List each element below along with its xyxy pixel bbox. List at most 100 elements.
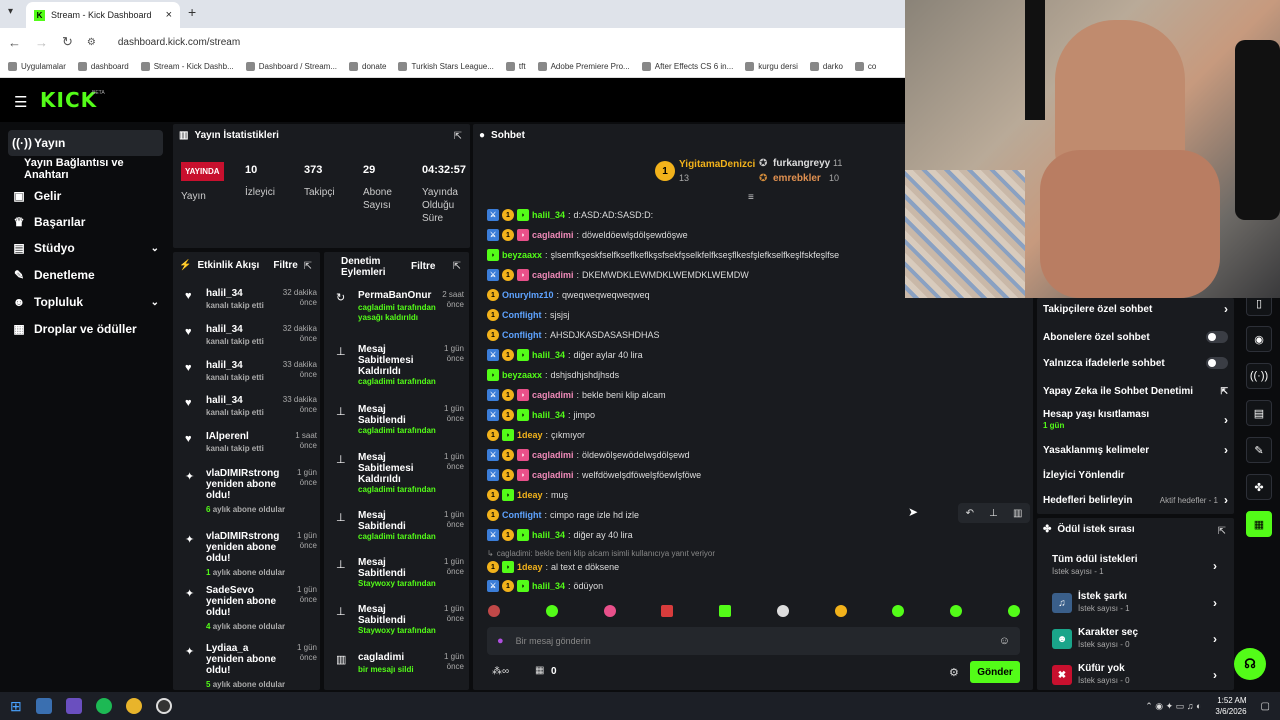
chat-setting-item[interactable]: Hesap yaşı kısıtlaması 1 gün ›: [1043, 408, 1228, 432]
rail-puzzle-icon[interactable]: ✤: [1246, 474, 1272, 500]
activity-name[interactable]: SadeSevo yeniden abone oldu!: [206, 585, 276, 618]
address-bar[interactable]: dashboard.kick.com/stream: [118, 37, 240, 48]
emote-icon[interactable]: [1007, 605, 1020, 617]
activity-name[interactable]: halil_34: [206, 288, 276, 299]
sidebar-item-stream-key[interactable]: Yayın Bağlantısı ve Anahtarı: [20, 156, 170, 182]
chat-username[interactable]: cagladimi: [532, 470, 574, 480]
chat-setting-item[interactable]: Takipçilere özel sohbet ›: [1043, 302, 1228, 316]
clock[interactable]: 1:52 AM 3/6/2026: [1215, 695, 1246, 717]
moderation-action[interactable]: PermaBanOnur: [358, 290, 432, 301]
tab-search-icon[interactable]: ▾: [8, 6, 13, 17]
chat-username[interactable]: Conflight: [502, 330, 542, 340]
moderation-filter-button[interactable]: Filtre: [411, 261, 435, 272]
chat-username[interactable]: cagladimi: [532, 230, 574, 240]
rail-printer-icon[interactable]: ▤: [1246, 400, 1272, 426]
activity-name[interactable]: IAlperenl: [206, 431, 276, 442]
reply-icon[interactable]: ↶: [966, 508, 974, 519]
emote-icon[interactable]: [488, 605, 500, 617]
activity-name[interactable]: vlaDIMIRstrong yeniden abone oldu!: [206, 531, 279, 564]
activity-name[interactable]: Lydiaa_a yeniden abone oldu!: [206, 643, 276, 676]
reward-item[interactable]: Tüm ödül istekleri İstek sayısı - 1 ›: [1052, 553, 1217, 579]
kick-logo[interactable]: KICK: [40, 88, 97, 112]
moderation-by[interactable]: cagladimi: [358, 303, 395, 312]
chat-username[interactable]: halil_34: [532, 530, 565, 540]
taskbar-app-icon[interactable]: [35, 698, 52, 714]
spotify-icon[interactable]: [95, 698, 112, 714]
chat-username[interactable]: 1deay: [517, 490, 543, 500]
chat-username[interactable]: halil_34: [532, 410, 565, 420]
obs-icon[interactable]: [155, 698, 172, 714]
bookmark-item[interactable]: Uygulamalar: [8, 62, 66, 71]
bookmark-item[interactable]: Turkish Stars League...: [398, 62, 494, 71]
reward-item[interactable]: ♫ İstek şarkı İstek sayısı - 1 ›: [1052, 590, 1217, 616]
activity-name[interactable]: vlaDIMIRstrong yeniden abone oldu!: [206, 468, 279, 501]
system-tray-icons[interactable]: ⌃ ◉ ✦ ▭ ♫ ◐: [1145, 701, 1201, 712]
emote-icon[interactable]: [603, 605, 616, 617]
emote-icon[interactable]: [545, 605, 558, 617]
chrome-icon[interactable]: [125, 698, 142, 714]
delete-icon[interactable]: ▥: [1013, 508, 1022, 519]
chat-username[interactable]: halil_34: [532, 210, 565, 220]
chat-input[interactable]: ● Bir mesaj gönderin ☺: [487, 627, 1020, 655]
rail-clapper-icon[interactable]: ▦: [1246, 511, 1272, 537]
bookmark-item[interactable]: darko: [809, 62, 843, 71]
top-gifter-3-name[interactable]: emrebkler: [773, 173, 821, 184]
activity-name[interactable]: halil_34: [206, 360, 276, 371]
bookmark-item[interactable]: Adobe Premiere Pro...: [537, 62, 630, 71]
toggle-switch[interactable]: [1206, 357, 1228, 369]
sidebar-item-gelir[interactable]: ▣ Gelir: [8, 183, 163, 209]
top-gifter-1-name[interactable]: YigitamaDenizci: [679, 159, 755, 170]
activity-name[interactable]: halil_34: [206, 324, 276, 335]
moderation-action[interactable]: cagladimi: [358, 652, 432, 663]
bookmark-item[interactable]: tft: [505, 62, 526, 71]
rail-broadcast-icon[interactable]: ((·)): [1246, 363, 1272, 389]
sidebar-item-topluluk[interactable]: ☻ Topluluk ⌄: [8, 289, 163, 315]
reload-icon[interactable]: ↻: [62, 34, 73, 50]
bookmark-item[interactable]: After Effects CS 6 in...: [641, 62, 733, 71]
moderation-action[interactable]: Mesaj Sabitlendi: [358, 557, 432, 579]
popout-icon[interactable]: ⇱: [453, 261, 461, 272]
top-gifter-2-name[interactable]: furkangreyy: [773, 158, 830, 169]
sidebar-item-droplar[interactable]: ▦ Droplar ve ödüller: [8, 316, 163, 342]
activity-filter-button[interactable]: Filtre: [273, 260, 297, 271]
browser-tab[interactable]: K Stream - Kick Dashboard ×: [26, 2, 180, 28]
moderation-action[interactable]: Mesaj Sabitlendi: [358, 604, 432, 626]
popout-icon[interactable]: ⇱: [304, 261, 312, 272]
activity-name[interactable]: halil_34: [206, 395, 276, 406]
moderation-by[interactable]: Staywoxy: [358, 626, 395, 635]
moderation-by[interactable]: cagladimi: [358, 426, 395, 435]
reward-item[interactable]: ✖ Küfür yok İstek sayısı - 0 ›: [1052, 662, 1217, 688]
moderation-by[interactable]: cagladimi: [358, 377, 395, 386]
chat-username[interactable]: Conflight: [502, 510, 542, 520]
chat-username[interactable]: Onurylmz10: [502, 290, 554, 300]
moderation-action[interactable]: Mesaj Sabitlemesi Kaldırıldı: [358, 452, 432, 485]
collapse-pinned-icon[interactable]: ≡: [748, 192, 754, 203]
chat-username[interactable]: cagladimi: [532, 390, 574, 400]
bookmark-item[interactable]: Stream - Kick Dashb...: [140, 62, 234, 71]
community-points-icon[interactable]: ⁂∞: [492, 666, 509, 677]
taskbar-app-icon[interactable]: [65, 698, 82, 714]
chat-setting-item[interactable]: Yapay Zeka ile Sohbet Denetimi ⇱: [1043, 384, 1228, 398]
popout-icon[interactable]: ⇱: [454, 131, 462, 142]
moderation-by[interactable]: cagladimi: [358, 485, 395, 494]
bookmark-item[interactable]: dashboard: [77, 62, 129, 71]
store-icon[interactable]: ▦: [535, 665, 544, 676]
chat-setting-item[interactable]: Hedefleri belirleyin Aktif hedefler - 1 ›: [1043, 493, 1228, 507]
forward-icon[interactable]: →: [35, 35, 48, 50]
microphone-icon[interactable]: ●: [497, 635, 504, 647]
chat-settings-gear-icon[interactable]: ⚙: [949, 666, 959, 679]
sidebar-item-yayin[interactable]: ((·)) Yayın: [8, 130, 163, 156]
sidebar-item-denetleme[interactable]: ✎ Denetleme: [8, 262, 163, 288]
emote-icon[interactable]: [719, 605, 732, 617]
moderation-action[interactable]: Mesaj Sabitlemesi Kaldırıldı: [358, 344, 432, 377]
chat-setting-item[interactable]: Yasaklanmış kelimeler ›: [1043, 443, 1228, 457]
external-link-icon[interactable]: ⇱: [1220, 386, 1228, 397]
emote-icon[interactable]: [834, 605, 847, 617]
menu-icon[interactable]: ☰: [14, 93, 27, 111]
moderation-action[interactable]: Mesaj Sabitlendi: [358, 404, 432, 426]
toggle-switch[interactable]: [1206, 331, 1228, 343]
rail-wrench-icon[interactable]: ✎: [1246, 437, 1272, 463]
close-tab-icon[interactable]: ×: [166, 9, 172, 21]
moderation-by[interactable]: Staywoxy: [358, 579, 395, 588]
windows-start-icon[interactable]: ⊞: [10, 698, 22, 715]
